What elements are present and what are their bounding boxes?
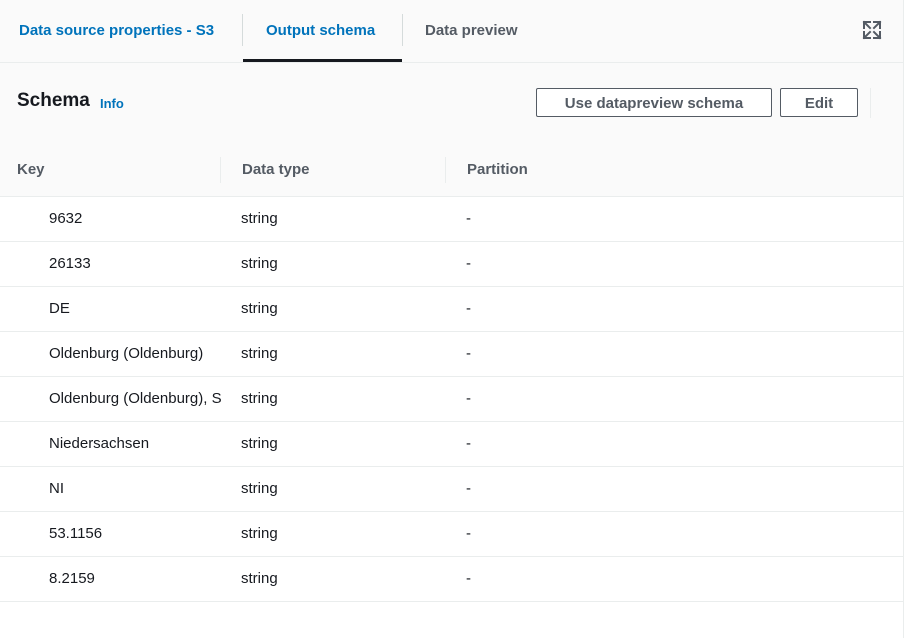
key-cell: 8.2159	[49, 570, 95, 587]
key-cell: 9632	[49, 210, 83, 227]
tab-data-source-properties[interactable]: Data source properties - S3	[19, 0, 214, 62]
use-datapreview-schema-button[interactable]: Use datapreview schema	[536, 88, 772, 117]
column-divider	[220, 157, 221, 183]
data-type-cell: string	[241, 525, 278, 542]
key-cell: NI	[49, 480, 64, 497]
key-cell: Oldenburg (Oldenburg), Stadt	[49, 390, 221, 407]
table-row: Niedersachsen string -	[0, 422, 903, 467]
partition-cell: -	[466, 255, 471, 272]
partition-cell: -	[466, 210, 471, 227]
column-divider	[445, 157, 446, 183]
tab-divider	[242, 14, 243, 46]
tab-output-schema[interactable]: Output schema	[266, 0, 375, 62]
data-type-cell: string	[241, 390, 278, 407]
table-row: 8.2159 string -	[0, 557, 903, 602]
data-type-cell: string	[241, 570, 278, 587]
column-header-data-type[interactable]: Data type	[242, 143, 310, 196]
key-cell: DE	[49, 300, 70, 317]
data-type-cell: string	[241, 345, 278, 362]
expand-icon[interactable]	[862, 20, 882, 40]
partition-cell: -	[466, 300, 471, 317]
key-cell: 53.1156	[49, 525, 103, 542]
active-tab-indicator	[243, 59, 402, 62]
table-row: DE string -	[0, 287, 903, 332]
column-header-key[interactable]: Key	[17, 143, 45, 196]
key-cell: Niedersachsen	[49, 435, 150, 452]
data-type-cell: string	[241, 255, 278, 272]
partition-cell: -	[466, 480, 471, 497]
page-title: Schema	[17, 90, 90, 111]
table-row: 53.1156 string -	[0, 512, 903, 557]
data-type-cell: string	[241, 480, 278, 497]
schema-panel: Data source properties - S3 Output schem…	[0, 0, 904, 638]
table-row: Oldenburg (Oldenburg), Stadt string -	[0, 377, 903, 422]
tab-bar: Data source properties - S3 Output schem…	[0, 0, 903, 63]
info-link[interactable]: Info	[100, 96, 124, 111]
data-type-cell: string	[241, 300, 278, 317]
partition-cell: -	[466, 390, 471, 407]
column-header-partition[interactable]: Partition	[467, 143, 528, 196]
edit-button[interactable]: Edit	[780, 88, 858, 117]
partition-cell: -	[466, 345, 471, 362]
schema-header: Schema Info Use datapreview schema Edit	[0, 63, 903, 144]
header-divider	[870, 88, 871, 118]
partition-cell: -	[466, 435, 471, 452]
partition-cell: -	[466, 570, 471, 587]
data-type-cell: string	[241, 210, 278, 227]
partition-cell: -	[466, 525, 471, 542]
key-cell: Oldenburg (Oldenburg)	[49, 345, 204, 362]
table-row: 26133 string -	[0, 242, 903, 287]
table-row: NI string -	[0, 467, 903, 512]
table-body: 9632 string - 26133 string - DE string -…	[0, 197, 903, 602]
table-row: 9632 string -	[0, 197, 903, 242]
tab-data-preview[interactable]: Data preview	[425, 0, 518, 62]
data-type-cell: string	[241, 435, 278, 452]
key-cell: 26133	[49, 255, 91, 272]
table-header: Key Data type Partition	[0, 143, 903, 197]
table-row: Oldenburg (Oldenburg) string -	[0, 332, 903, 377]
tab-divider	[402, 14, 403, 46]
